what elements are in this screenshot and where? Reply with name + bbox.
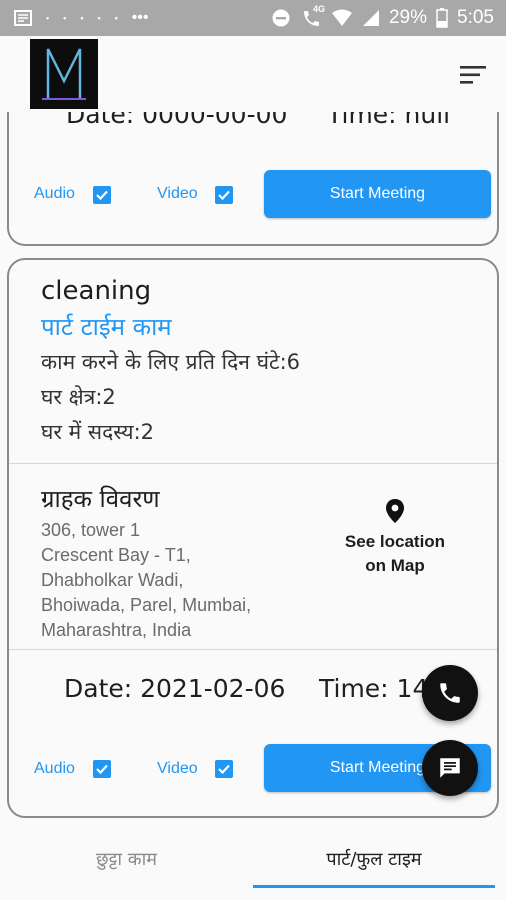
notification-dot-icon: • [80,13,84,23]
chat-icon [440,758,460,778]
audio-checkbox[interactable] [93,186,111,204]
meeting-date: Date: 2021-02-06 [64,674,286,703]
address-line: Dhabholkar Wadi, [41,570,184,590]
location-pin-icon [386,499,404,523]
signal-icon [362,9,380,27]
video-label: Video [157,185,198,202]
alarm-off-icon [271,8,291,28]
meeting-time: Time: 14 [319,674,429,703]
notification-icons: • • • • • ••• [0,9,149,27]
hours-per-day: काम करने के लिए प्रति दिन घंटे:6 [41,350,300,374]
divider [9,463,497,464]
video-checkbox[interactable] [215,760,233,778]
house-area: घर क्षेत्र:2 [41,385,116,409]
notification-dot-icon: • [97,13,101,23]
job-type: पार्ट टाईम काम [41,313,172,341]
audio-checkbox[interactable] [93,760,111,778]
notification-dot-icon: • [114,13,118,23]
notification-dot-icon: • [46,13,50,23]
map-link-line: on Map [365,556,425,575]
address-line: 306, tower 1 [41,520,141,540]
bottom-tab-bar: छुट्टा काम पार्ट/फुल टाइम [0,830,506,900]
address-line: Crescent Bay - T1, [41,545,191,565]
call-wifi-icon: 4G [300,4,325,28]
video-label: Video [157,760,198,777]
check-icon [218,190,230,201]
message-icon [14,10,32,26]
app-bar [0,36,506,112]
video-checkbox[interactable] [215,186,233,204]
tab-casual-work[interactable]: छुट्टा काम [0,830,253,888]
clock: 5:05 [457,7,494,28]
address-line: Bhoiwada, Parel, Mumbai, [41,595,252,615]
address-line: Maharashtra, India [41,620,192,640]
chat-button[interactable] [422,740,478,796]
start-meeting-button[interactable]: Start Meeting [264,170,491,218]
customer-heading: ग्राहक विवरण [41,485,160,513]
job-title: cleaning [41,276,152,306]
audio-label: Audio [34,760,75,777]
call-button[interactable] [422,665,478,721]
map-link-line: See location [344,532,446,551]
tab-part-full-time[interactable]: पार्ट/फुल टाइम [253,830,495,888]
sort-menu-icon [460,66,486,84]
divider [9,649,497,650]
see-location-on-map-link[interactable]: See location on Map [329,498,461,578]
check-icon [218,764,230,775]
battery-icon [436,8,448,28]
active-tab-indicator [253,885,495,888]
audio-label: Audio [34,185,75,202]
notification-dot-icon: • [63,13,67,23]
job-card: cleaning पार्ट टाईम काम काम करने के लिए … [7,258,499,818]
battery-percent: 29% [388,7,428,28]
more-notifications-icon: ••• [131,9,149,26]
status-bar: • • • • • ••• 4G 29% 5:05 [0,0,506,36]
check-icon [96,190,108,201]
app-logo [30,39,98,109]
sort-menu-button[interactable] [454,62,490,88]
house-members: घर में सदस्य:2 [41,420,155,444]
check-icon [96,764,108,775]
wifi-icon [331,9,353,27]
phone-icon [440,683,460,703]
